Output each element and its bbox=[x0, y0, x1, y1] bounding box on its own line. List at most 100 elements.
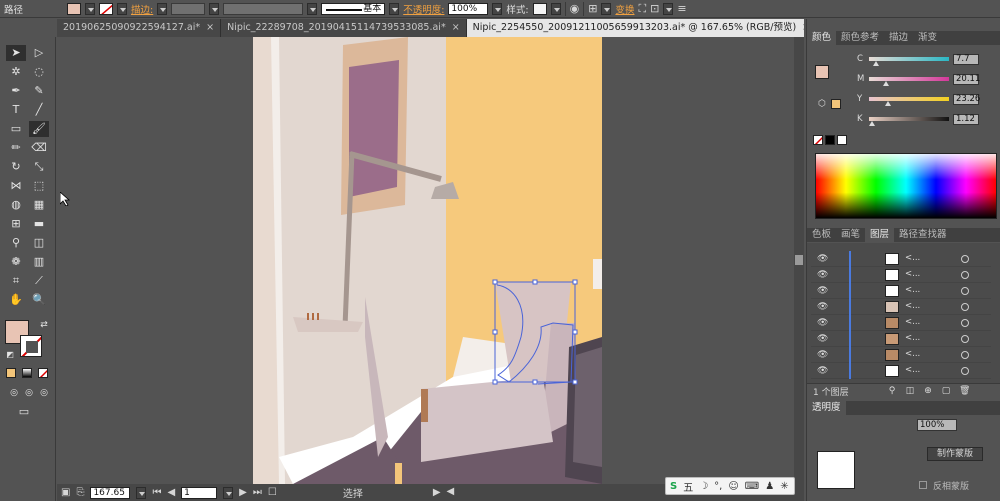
zoom-field[interactable]: 167.65 bbox=[90, 486, 131, 499]
channel-value[interactable]: 1.12 bbox=[953, 113, 979, 125]
slider-c[interactable]: C 7.7 bbox=[857, 53, 997, 66]
selection-handle[interactable] bbox=[532, 279, 538, 285]
panel-stroke-box[interactable] bbox=[831, 99, 841, 109]
status-menu-icon[interactable]: ▶ bbox=[433, 487, 441, 498]
pencil-tool-icon[interactable]: ✏ bbox=[6, 140, 26, 156]
paintbrush-tool-icon[interactable]: 🖌 bbox=[29, 121, 49, 137]
skin-icon[interactable]: ♟ bbox=[765, 481, 774, 492]
prev-page-icon[interactable]: ◀ bbox=[167, 487, 175, 498]
vertical-scrollbar[interactable] bbox=[794, 37, 804, 484]
gradient-tool-icon[interactable]: ▬ bbox=[29, 216, 49, 232]
transparency-opacity-field[interactable]: 100% bbox=[917, 419, 957, 431]
new-window-icon[interactable]: ⎘ bbox=[76, 487, 84, 498]
artboard-tool-icon[interactable]: ⌗ bbox=[6, 273, 26, 289]
blend-tool-icon[interactable]: ◫ bbox=[29, 235, 49, 251]
zoom-dropdown[interactable] bbox=[136, 486, 147, 499]
direct-selection-tool-icon[interactable]: ▷ bbox=[29, 45, 49, 61]
layer-row[interactable]: 👁 <... bbox=[811, 251, 991, 267]
next-page-icon[interactable]: ▶ bbox=[239, 487, 247, 498]
slider-k[interactable]: K 1.12 bbox=[857, 113, 997, 126]
layer-row[interactable]: 👁 <... bbox=[811, 347, 991, 363]
eye-icon[interactable]: 👁 bbox=[817, 270, 828, 280]
swap-fill-stroke-icon[interactable]: ⇄ bbox=[34, 317, 54, 333]
slider-m[interactable]: M 20.11 bbox=[857, 73, 997, 86]
slider-thumb[interactable] bbox=[885, 101, 891, 106]
new-sublayer-icon[interactable]: ⊕ bbox=[923, 386, 933, 396]
eye-icon[interactable]: 👁 bbox=[817, 286, 828, 296]
tab-color-guide[interactable]: 颜色参考 bbox=[836, 31, 884, 45]
width-tool-icon[interactable]: ⋈ bbox=[6, 178, 26, 194]
page-options-icon[interactable]: ☐ bbox=[268, 487, 277, 498]
layer-row[interactable]: 👁 <... bbox=[811, 363, 991, 379]
close-icon[interactable]: × bbox=[206, 22, 214, 33]
eyedropper-tool-icon[interactable]: ⚲ bbox=[6, 235, 26, 251]
half-width-icon[interactable]: ☽ bbox=[699, 481, 708, 492]
select-similar-dropdown[interactable] bbox=[663, 2, 674, 15]
color-mode-swatch[interactable] bbox=[6, 368, 16, 378]
rotate-tool-icon[interactable]: ↻ bbox=[6, 159, 26, 175]
none-color-swatch[interactable] bbox=[813, 135, 823, 145]
target-icon[interactable] bbox=[961, 367, 969, 375]
black-color-swatch[interactable] bbox=[825, 135, 835, 145]
eye-icon[interactable]: 👁 bbox=[817, 334, 828, 344]
slider-thumb[interactable] bbox=[869, 121, 875, 126]
selection-handle[interactable] bbox=[572, 279, 578, 285]
layer-row[interactable]: 👁 <... bbox=[811, 299, 991, 315]
page-dropdown[interactable] bbox=[223, 486, 234, 499]
layer-row[interactable]: 👁 <... bbox=[811, 283, 991, 299]
stroke-weight-field[interactable] bbox=[171, 2, 206, 15]
layer-row[interactable]: 👁 <... bbox=[811, 267, 991, 283]
align-icon[interactable]: ⊞ bbox=[588, 2, 597, 15]
stroke-profile-field[interactable]: 基本 bbox=[321, 2, 386, 15]
stroke-swatch[interactable] bbox=[99, 2, 114, 15]
cube-icon[interactable]: ⬡ bbox=[817, 99, 827, 109]
color-spectrum[interactable] bbox=[815, 153, 997, 219]
tab-layers[interactable]: 图层 bbox=[865, 228, 895, 242]
eye-icon[interactable]: 👁 bbox=[817, 366, 828, 376]
close-icon[interactable]: × bbox=[802, 22, 804, 33]
tab-pathfinder[interactable]: 路径查找器 bbox=[894, 228, 952, 242]
symbol-sprayer-tool-icon[interactable]: ❁ bbox=[6, 254, 26, 270]
selection-handle[interactable] bbox=[492, 379, 498, 385]
transform-label[interactable]: 变换 bbox=[615, 2, 634, 16]
settings-icon[interactable]: ✳ bbox=[780, 481, 788, 492]
mesh-tool-icon[interactable]: ⊞ bbox=[6, 216, 26, 232]
delete-layer-icon[interactable]: 🗑 bbox=[959, 386, 970, 396]
screen-mode-icon[interactable]: ▭ bbox=[14, 404, 34, 420]
rectangle-tool-icon[interactable]: ▭ bbox=[6, 121, 26, 137]
slider-track[interactable] bbox=[869, 117, 949, 126]
channel-value[interactable]: 7.7 bbox=[953, 53, 979, 65]
perspective-grid-tool-icon[interactable]: ▦ bbox=[29, 197, 49, 213]
fill-dropdown[interactable] bbox=[85, 2, 96, 15]
selection-handle[interactable] bbox=[532, 379, 538, 385]
last-page-icon[interactable]: ⏭ bbox=[253, 487, 262, 498]
invert-mask-checkbox[interactable] bbox=[919, 481, 927, 489]
tab-document-2[interactable]: Nipic_22289708_20190415114739533085.ai* × bbox=[221, 19, 467, 37]
variable-width-field[interactable] bbox=[223, 2, 304, 15]
ime-mode-label[interactable]: 五 bbox=[683, 479, 693, 494]
slice-tool-icon[interactable]: ⟋ bbox=[29, 273, 49, 289]
stroke-dropdown[interactable] bbox=[117, 2, 128, 15]
curvature-tool-icon[interactable]: ✎ bbox=[29, 83, 49, 99]
default-colors-icon[interactable]: ◩ bbox=[0, 347, 20, 363]
tab-transparency[interactable]: 透明度 bbox=[807, 401, 846, 415]
stroke-profile-dropdown[interactable] bbox=[389, 2, 400, 15]
tab-gradient[interactable]: 渐变 bbox=[913, 31, 942, 45]
selection-handle[interactable] bbox=[492, 329, 498, 335]
channel-value[interactable]: 20.11 bbox=[953, 73, 980, 85]
slider-track[interactable] bbox=[869, 57, 949, 66]
slider-thumb[interactable] bbox=[883, 81, 889, 86]
target-icon[interactable] bbox=[961, 351, 969, 359]
target-icon[interactable] bbox=[961, 287, 969, 295]
target-icon[interactable] bbox=[961, 303, 969, 311]
tab-stroke[interactable]: 描边 bbox=[884, 31, 913, 45]
opacity-field[interactable]: 100% bbox=[448, 2, 489, 15]
selection-tool-icon[interactable]: ➤ bbox=[6, 45, 26, 61]
slider-thumb[interactable] bbox=[873, 61, 879, 66]
close-icon[interactable]: × bbox=[452, 22, 460, 33]
lasso-tool-icon[interactable]: ◌ bbox=[29, 64, 49, 80]
style-swatch[interactable] bbox=[532, 2, 547, 15]
channel-value[interactable]: 23.26 bbox=[953, 93, 980, 105]
locate-object-icon[interactable]: ⚲ bbox=[887, 386, 897, 396]
first-page-icon[interactable]: ⏮ bbox=[152, 487, 161, 498]
